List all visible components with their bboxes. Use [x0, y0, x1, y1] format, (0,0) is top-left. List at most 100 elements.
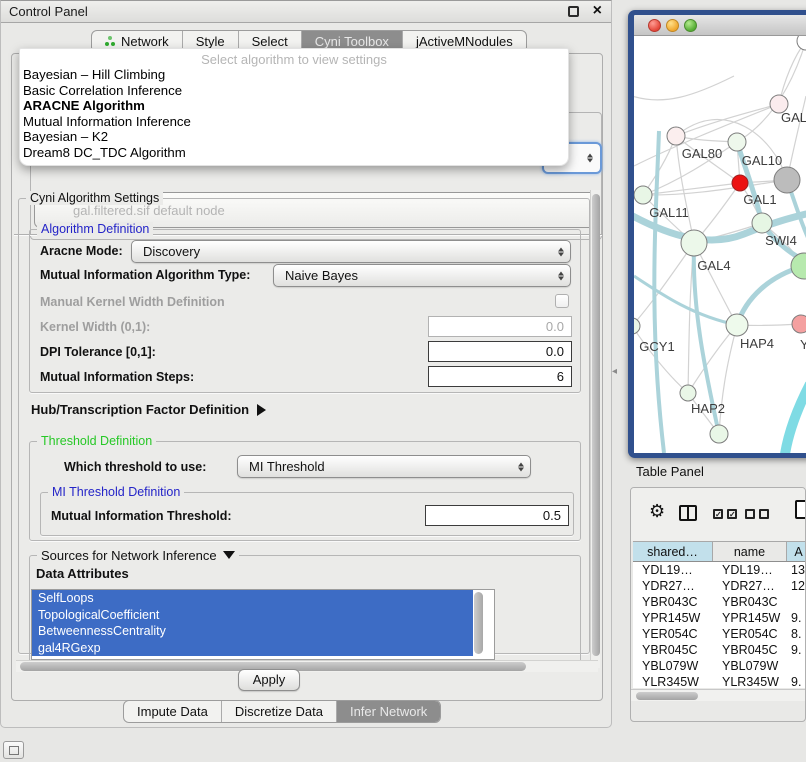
float-panel-icon[interactable]	[568, 6, 579, 17]
table-row[interactable]: YBR045CYBR045C9.	[633, 642, 806, 658]
scrollbar-thumb[interactable]	[636, 692, 698, 700]
node-label: GAL11	[649, 205, 689, 220]
table-row[interactable]: YPR145WYPR145W9.	[633, 610, 806, 626]
table-row[interactable]: YDR27…YDR27…12	[633, 578, 806, 594]
dpi-tolerance-label: DPI Tolerance [0,1]:	[40, 345, 156, 359]
data-attributes-list[interactable]: SelfLoopsTopologicalCoefficientBetweenne…	[31, 589, 495, 660]
mi-threshold-input[interactable]: 0.5	[425, 505, 569, 526]
network-canvas[interactable]: GALGAL80GAL10GAL1GAL11SWI4GAL4GCY1HAP4YH…	[634, 36, 806, 453]
which-threshold-combo[interactable]: MI Threshold	[237, 455, 531, 478]
table-horizontal-scrollbar[interactable]	[631, 689, 806, 701]
tab-infer-network[interactable]: Infer Network	[336, 701, 440, 722]
network-node[interactable]	[710, 425, 728, 443]
table-row[interactable]: YLR345WYLR345W9.	[633, 674, 806, 688]
table-row[interactable]: YBR043CYBR043C	[633, 594, 806, 610]
network-node-gal4[interactable]	[681, 230, 707, 256]
mi-algorithm-type-combo[interactable]: Naive Bayes	[273, 264, 571, 287]
table-header-row: shared…nameA	[633, 541, 806, 562]
network-node[interactable]	[774, 167, 800, 193]
network-node-gcy1[interactable]	[634, 318, 640, 334]
scrollbar-thumb[interactable]	[592, 194, 600, 656]
tab-discretize-data[interactable]: Discretize Data	[221, 701, 336, 722]
table-cell: 12	[787, 578, 806, 594]
table-cell: YER054C	[713, 626, 787, 642]
columns-icon[interactable]	[679, 505, 697, 521]
algorithm-option-bayesian-hill-climbing[interactable]: Bayesian – Hill Climbing	[20, 67, 568, 83]
kernel-width-input[interactable]: 0.0	[428, 316, 572, 337]
cyni-algorithm-settings-group: Cyni Algorithm Settings Algorithm Defini…	[18, 198, 590, 654]
tab-impute-data[interactable]: Impute Data	[124, 701, 221, 722]
network-node-gal11[interactable]	[634, 186, 652, 204]
attribute-item-gal4rgexp[interactable]: gal4RGexp	[32, 640, 473, 657]
settings-horizontal-scrollbar[interactable]	[16, 660, 598, 672]
apply-button[interactable]: Apply	[238, 669, 300, 691]
table-row[interactable]: YER054CYER054C8.	[633, 626, 806, 642]
table-row[interactable]: YBL079WYBL079W	[633, 658, 806, 674]
dpi-tolerance-input[interactable]: 0.0	[428, 341, 572, 362]
dropdown-placeholder: Select algorithm to view settings	[20, 52, 568, 67]
mi-algorithm-type-value: Naive Bayes	[285, 268, 358, 283]
panel-splitter-grip-icon[interactable]: ◂	[612, 366, 617, 377]
tab-label: Impute Data	[137, 704, 208, 719]
list-scrollbar-thumb[interactable]	[474, 592, 483, 654]
algorithm-option-bayesian-k2[interactable]: Bayesian – K2	[20, 129, 568, 145]
control-panel-window: Control Panel × NetworkStyleSelectCyni T…	[0, 0, 612, 728]
which-threshold-value: MI Threshold	[249, 459, 325, 474]
combo-stepper-icon	[558, 271, 564, 280]
column-header-a[interactable]: A	[787, 542, 806, 561]
table-row[interactable]: YDL19…YDL19…13	[633, 562, 806, 578]
network-node-gal80[interactable]	[667, 127, 685, 145]
attribute-item-selfloops[interactable]: SelfLoops	[32, 590, 473, 607]
network-node-gal10[interactable]	[728, 133, 746, 151]
network-node-labels: GALGAL80GAL10GAL1GAL11SWI4GAL4GCY1HAP4YH…	[639, 110, 806, 416]
settings-vertical-scrollbar[interactable]	[590, 190, 600, 668]
kernel-width-label: Kernel Width (0,1):	[40, 320, 150, 334]
attribute-item-betweennesscentrality[interactable]: BetweennessCentrality	[32, 623, 473, 640]
hub-expander[interactable]: Hub/Transcription Factor Definition	[31, 402, 266, 417]
network-node-gal1[interactable]	[732, 175, 748, 191]
gear-icon[interactable]: ⚙	[649, 502, 665, 520]
table-cell	[787, 594, 806, 610]
algorithm-definition-group: Algorithm Definition Aracne Mode: Discov…	[29, 229, 581, 393]
dropdown-item-list: Bayesian – Hill ClimbingBasic Correlatio…	[20, 67, 568, 161]
algorithm-option-aracne-algorithm[interactable]: ARACNE Algorithm	[20, 98, 568, 114]
table-cell: YBR043C	[713, 594, 787, 610]
tab-label: Select	[252, 34, 288, 49]
zoom-icon[interactable]	[684, 19, 697, 32]
document-icon[interactable]	[795, 500, 806, 519]
network-node-y[interactable]	[792, 315, 806, 333]
manual-kernel-checkbox[interactable]	[555, 294, 569, 308]
sources-title-label: Sources for Network Inference	[41, 548, 217, 563]
network-node-swi4[interactable]	[752, 213, 772, 233]
network-window-titlebar[interactable]	[634, 15, 806, 36]
network-icon	[105, 36, 116, 47]
close-panel-icon[interactable]: ×	[593, 0, 602, 22]
table-cell: YER054C	[633, 626, 713, 642]
algorithm-definition-title: Algorithm Definition	[37, 222, 153, 236]
close-icon[interactable]	[648, 19, 661, 32]
mi-steps-input[interactable]: 6	[428, 366, 572, 387]
minimize-icon[interactable]	[666, 19, 679, 32]
table-cell	[787, 658, 806, 674]
algorithm-option-mutual-information-inference[interactable]: Mutual Information Inference	[20, 114, 568, 130]
node-table[interactable]: shared…nameA YDL19…YDL19…13YDR27…YDR27…1…	[633, 541, 806, 688]
tab-label: Style	[196, 34, 225, 49]
attribute-item-topologicalcoefficient[interactable]: TopologicalCoefficient	[32, 607, 473, 624]
node-label: GAL4	[697, 258, 730, 273]
algorithm-option-basic-correlation-inference[interactable]: Basic Correlation Inference	[20, 83, 568, 99]
column-header-name[interactable]: name	[713, 542, 787, 561]
unchecked-pair-icon[interactable]	[745, 509, 769, 519]
network-node-hap2[interactable]	[680, 385, 696, 401]
data-attributes-label: Data Attributes	[36, 566, 129, 581]
network-node-hap4[interactable]	[726, 314, 748, 336]
control-panel-titlebar: Control Panel ×	[1, 1, 611, 23]
column-header-shared[interactable]: shared…	[633, 542, 713, 561]
network-node[interactable]	[797, 36, 806, 50]
panel-corner-icon[interactable]	[3, 741, 24, 759]
network-view-window[interactable]: GALGAL80GAL10GAL1GAL11SWI4GAL4GCY1HAP4YH…	[628, 10, 806, 458]
sources-group-title[interactable]: Sources for Network Inference	[37, 548, 239, 563]
algorithm-option-dream8-dc-tdc-algorithm[interactable]: Dream8 DC_TDC Algorithm	[20, 145, 568, 161]
node-label: GAL10	[742, 153, 782, 168]
aracne-mode-combo[interactable]: Discovery	[131, 240, 571, 263]
checked-pair-icon[interactable]: ✓✓	[713, 509, 737, 519]
